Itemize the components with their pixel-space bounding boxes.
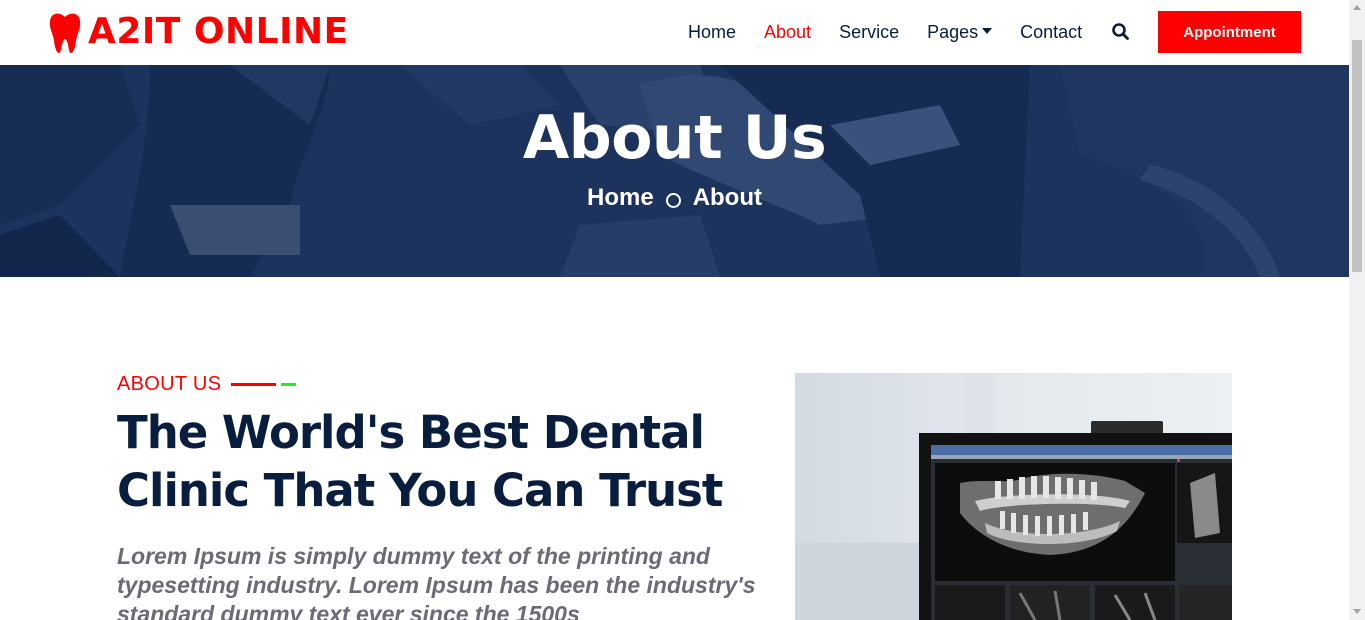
navbar: A2IT ONLINE Home About Service Pages Con… xyxy=(0,0,1349,65)
label-divider-green xyxy=(281,382,297,386)
nav-pages-label: Pages xyxy=(927,22,979,42)
scroll-down-arrow-icon[interactable] xyxy=(1353,609,1361,614)
circle-outline-icon xyxy=(665,192,681,208)
search-button[interactable] xyxy=(1108,19,1134,45)
page-header-hero: About Us Home About xyxy=(0,65,1349,277)
nav-pages-dropdown[interactable]: Pages xyxy=(913,0,1006,65)
scroll-up-arrow-icon[interactable] xyxy=(1353,5,1361,10)
about-description: Lorem Ipsum is simply dummy text of the … xyxy=(117,543,756,620)
breadcrumb: Home About xyxy=(0,182,1349,214)
label-divider-red xyxy=(231,382,277,386)
section-label: ABOUT US xyxy=(117,372,297,396)
nav-service[interactable]: Service xyxy=(825,0,913,65)
brand-name: A2IT ONLINE xyxy=(88,11,349,52)
section-label-text: ABOUT US xyxy=(117,373,222,395)
xray-illustration xyxy=(795,373,1232,620)
page-title: About Us xyxy=(522,103,827,173)
caret-down-icon xyxy=(982,28,993,35)
breadcrumb-home[interactable]: Home xyxy=(587,182,654,214)
tooth-icon xyxy=(49,13,81,53)
page-scrollbar[interactable] xyxy=(1349,0,1365,620)
about-heading: The World's Best Dental Clinic That You … xyxy=(117,406,723,517)
nav-home[interactable]: Home xyxy=(674,0,750,65)
nav-menu: Home About Service Pages Contact xyxy=(674,0,1096,65)
search-icon xyxy=(1112,23,1129,40)
scrollbar-thumb[interactable] xyxy=(1352,40,1362,272)
dental-xray-monitor-image xyxy=(795,373,1232,620)
nav-contact[interactable]: Contact xyxy=(1006,0,1096,65)
nav-about[interactable]: About xyxy=(750,0,825,65)
breadcrumb-about[interactable]: About xyxy=(693,182,762,214)
appointment-button[interactable]: Appointment xyxy=(1158,11,1301,53)
brand-logo-link[interactable]: A2IT ONLINE xyxy=(48,10,349,54)
